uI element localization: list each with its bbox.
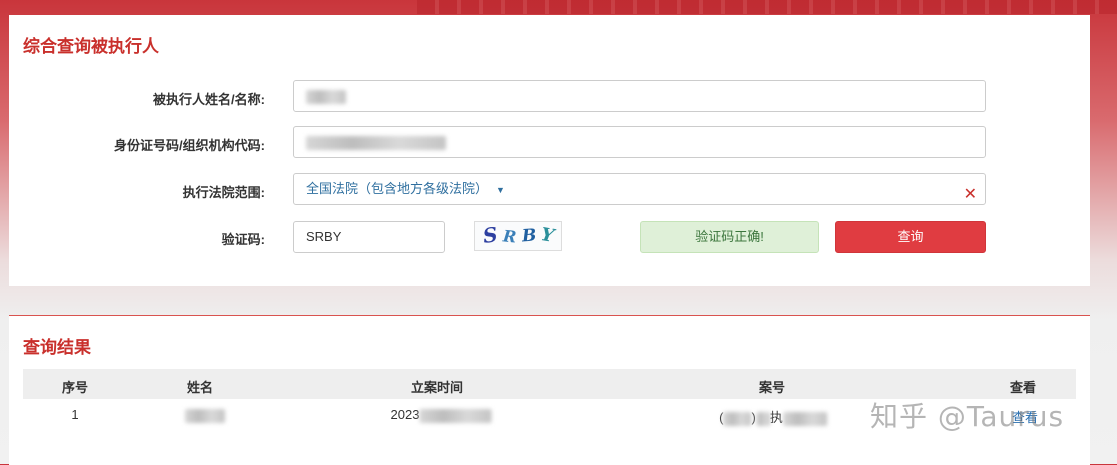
court-select-value: 全国法院（包含地方各级法院） — [306, 181, 489, 196]
row-case-date: 2023 — [391, 407, 492, 423]
close-icon[interactable]: ✕ — [964, 180, 977, 210]
redacted-name — [185, 408, 225, 423]
redacted-date — [419, 408, 492, 423]
redacted-case-part — [782, 411, 827, 426]
redacted-case-part — [723, 411, 752, 426]
row-case-number: () 执 — [719, 407, 827, 426]
id-label: 身份证号码/组织机构代码: — [114, 138, 265, 153]
header-background-decoration — [417, 0, 1117, 14]
search-panel-title: 综合查询被执行人 — [23, 37, 159, 56]
column-header-view: 查看 — [1009, 380, 1037, 395]
captcha-input[interactable]: SRBY — [293, 221, 445, 253]
court-label: 执行法院范围: — [182, 185, 265, 200]
captcha-char: B — [521, 225, 538, 247]
row-index: 1 — [71, 407, 79, 422]
row-name — [185, 407, 225, 423]
results-panel-title: 查询结果 — [23, 338, 91, 357]
captcha-status-badge: 验证码正确! — [640, 221, 819, 253]
watermark: 知乎 @Taurus — [870, 400, 1065, 433]
captcha-char: R — [502, 226, 518, 247]
column-header-case-number: 案号 — [758, 380, 786, 395]
query-button[interactable]: 查询 — [835, 221, 986, 253]
captcha-image[interactable]: S R B Y — [474, 221, 562, 251]
name-input[interactable] — [293, 80, 986, 112]
column-header-index: 序号 — [61, 380, 89, 395]
captcha-label: 验证码: — [221, 232, 265, 247]
captcha-char: Y — [539, 224, 556, 247]
results-panel: 查询结果 序号 姓名 立案时间 案号 查看 1 2023 () 执 查看 — [9, 315, 1090, 465]
court-select[interactable]: 全国法院（包含地方各级法院） ▼ ✕ — [293, 173, 986, 205]
column-header-name: 姓名 — [186, 380, 214, 395]
search-panel: 综合查询被执行人 被执行人姓名/名称: 身份证号码/组织机构代码: 执行法院范围… — [9, 15, 1090, 286]
id-number-input[interactable] — [293, 126, 986, 158]
redacted-name — [306, 89, 346, 104]
chevron-down-icon: ▼ — [496, 185, 505, 195]
redacted-case-part — [755, 411, 770, 426]
column-header-case-date: 立案时间 — [410, 380, 464, 395]
redacted-id — [306, 135, 446, 150]
name-label: 被执行人姓名/名称: — [153, 92, 265, 107]
captcha-char: S — [481, 222, 500, 248]
